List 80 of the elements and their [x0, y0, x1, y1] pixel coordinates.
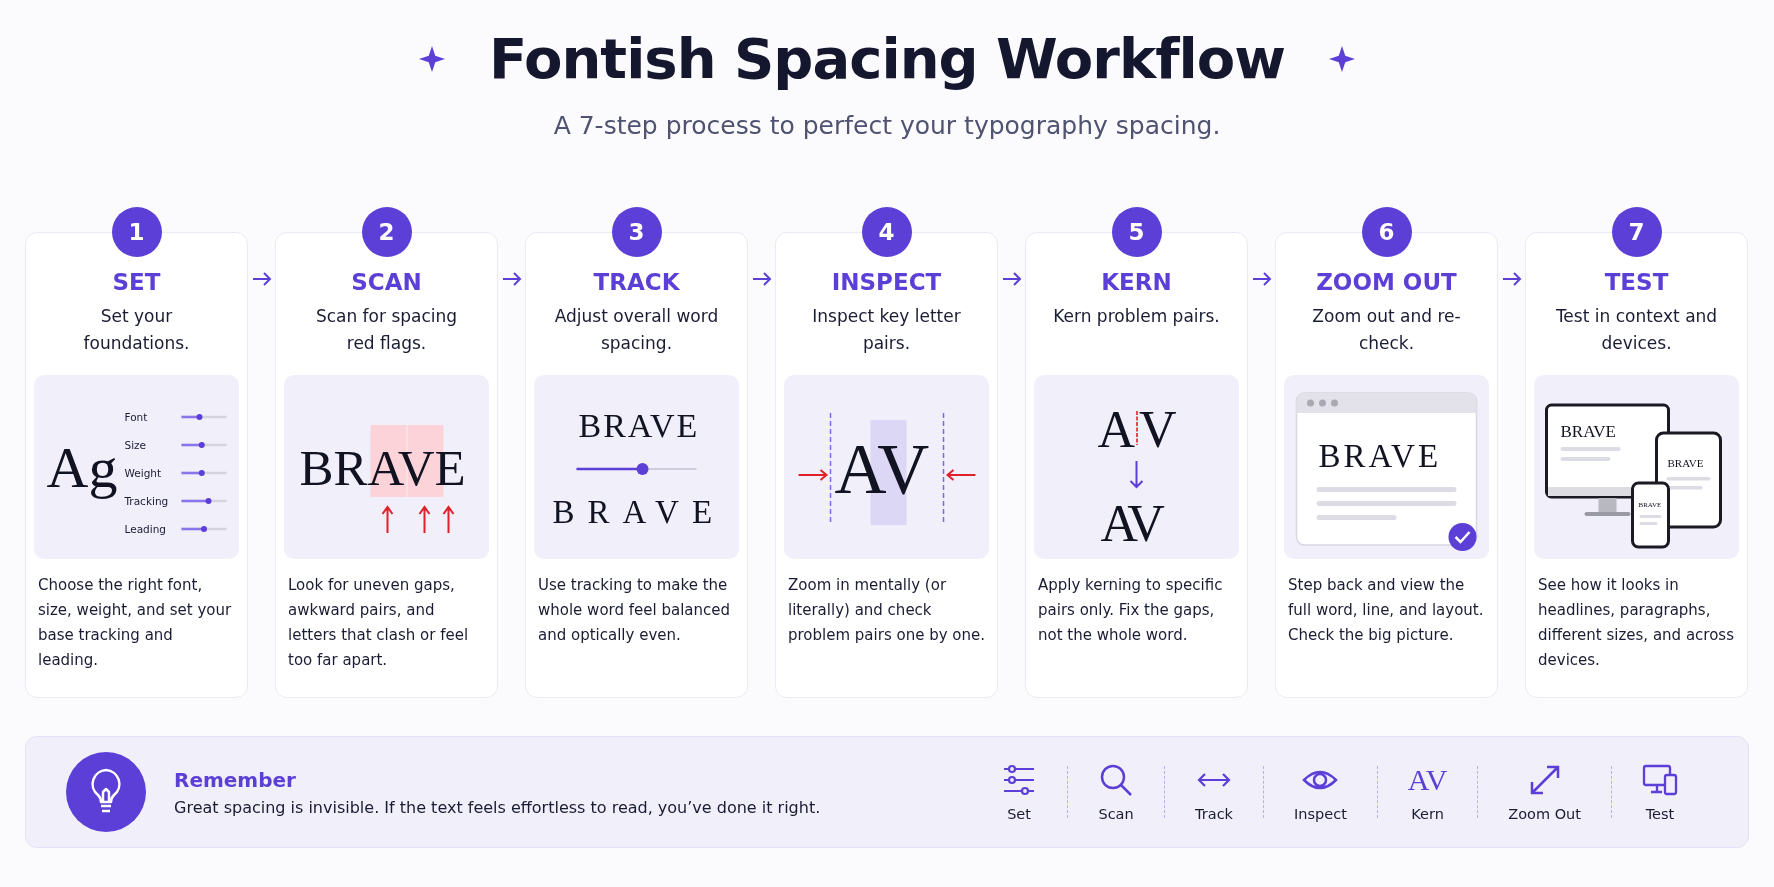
sample-word: BRAVE — [1667, 457, 1704, 469]
page-subtitle: A 7-step process to perfect your typography spacing. — [553, 111, 1221, 140]
down-arrow-icon — [1129, 460, 1144, 489]
slider-thumb[interactable] — [198, 442, 205, 448]
legend-label: Set — [1007, 806, 1031, 822]
slider-thumb[interactable] — [205, 498, 212, 504]
slider-label: Size — [124, 439, 147, 451]
arrow-right-icon — [751, 272, 772, 286]
slider-thumb[interactable] — [196, 414, 203, 420]
slider-label: Font — [124, 411, 148, 423]
step-subtitle: Adjust overall word spacing. — [553, 305, 720, 355]
step-description: Use tracking to make the whole word feel balanced and optically even. — [537, 575, 731, 646]
lightbulb-icon — [66, 752, 146, 832]
step-subtitle: Kern problem pairs. — [1053, 305, 1220, 328]
legend-label: Zoom Out — [1508, 806, 1581, 822]
step-subtitle: Scan for spacing red flags. — [314, 305, 459, 355]
arrow-right-icon — [1501, 272, 1522, 286]
left-arrow-icon — [945, 469, 977, 481]
legend-label: Inspect — [1294, 806, 1347, 822]
glyph-icon: AV — [1407, 762, 1448, 798]
arrow-right-icon — [501, 272, 522, 286]
step-number: 7 — [1611, 207, 1662, 257]
guide-line — [1136, 410, 1138, 446]
step-title: KERN — [1101, 269, 1172, 295]
step-number: 2 — [361, 207, 412, 257]
sample-word: BRAVE — [578, 407, 700, 444]
step-number: 5 — [1111, 207, 1162, 257]
check-badge-icon — [1448, 523, 1477, 551]
slider-label: Tracking — [124, 495, 169, 507]
arrow-right-icon — [1001, 272, 1022, 286]
arrow-right-icon — [251, 272, 272, 286]
slider-thumb[interactable] — [636, 463, 649, 475]
tip-text: Great spacing is invisible. If the text feels effortless to read, you’ve done it right. — [174, 797, 822, 817]
sample-word: BRAVE — [552, 494, 726, 530]
step-description: Look for uneven gaps, awkward pairs, and letters that clash or feel too far apart. — [287, 575, 470, 671]
legend-label: Kern — [1411, 806, 1444, 822]
devices-icon — [1642, 762, 1678, 798]
step-subtitle: Set your foundations. — [82, 305, 191, 355]
step-title: INSPECT — [831, 269, 942, 295]
step-subtitle: Test in context and devices. — [1554, 305, 1719, 355]
up-arrow-icon — [442, 505, 455, 534]
letter: V — [1139, 401, 1177, 458]
legend-label: Scan — [1098, 806, 1134, 822]
step-title: TEST — [1604, 269, 1669, 295]
step-number: 1 — [111, 207, 162, 257]
tip-title: Remember — [174, 767, 297, 792]
legend-label: Test — [1645, 806, 1675, 822]
step-subtitle: Inspect key letter pairs. — [811, 305, 962, 355]
step-description: Step back and view the full word, line, and layout. Check the big picture. — [1287, 575, 1485, 646]
slider-label: Leading — [124, 523, 166, 535]
slider-thumb[interactable] — [198, 470, 205, 476]
step-description: Choose the right font, size, weight, and set your base tracking and leading. — [37, 575, 233, 671]
sparkle-icon — [419, 45, 446, 72]
right-arrow-icon — [797, 469, 829, 481]
legend-label: Track — [1195, 806, 1233, 822]
sample-word: BRAVE — [299, 440, 466, 496]
step-title: ZOOM OUT — [1316, 269, 1457, 295]
step-title: SET — [112, 269, 161, 295]
page-title: Fontish Spacing Workflow — [489, 26, 1285, 91]
letter: A — [1097, 401, 1136, 458]
step-title: TRACK — [593, 269, 680, 295]
step-number: 6 — [1361, 207, 1412, 257]
step-number: 3 — [611, 207, 662, 257]
slider-thumb[interactable] — [201, 526, 207, 532]
sample-word: BRAVE — [1318, 438, 1442, 474]
sample-glyphs: Ag — [46, 435, 118, 500]
step-description: Zoom in mentally (or literally) and check problem pairs one by one. — [787, 575, 986, 646]
sparkle-icon — [1328, 45, 1355, 72]
letter-pair: AV — [1100, 495, 1161, 552]
up-arrow-icon — [381, 505, 394, 534]
up-arrow-icon — [418, 505, 431, 534]
step-number: 4 — [861, 207, 912, 257]
slider-label: Weight — [124, 467, 162, 479]
arrow-right-icon — [1251, 272, 1272, 286]
step-description: See how it looks in headlines, paragraphs, different sizes, and across devices. — [1537, 575, 1735, 671]
step-title: SCAN — [351, 269, 422, 295]
step-subtitle: Zoom out and re-check. — [1311, 305, 1462, 355]
sample-word: BRAVE — [1560, 422, 1616, 441]
letter-pair: AV — [834, 429, 930, 509]
step-description: Apply kerning to specific pairs only. Fix the gaps, not the whole word. — [1037, 575, 1224, 646]
